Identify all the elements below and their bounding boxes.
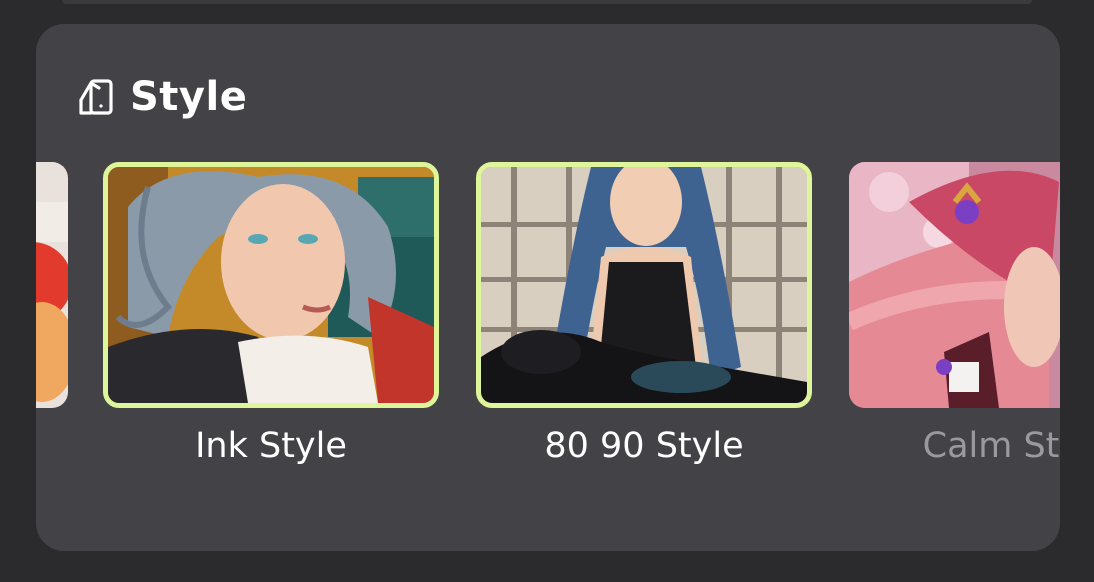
style-panel-header: Style (74, 74, 247, 120)
previous-panel-edge (62, 0, 1032, 4)
80-90-style-thumbnail[interactable] (476, 162, 812, 408)
ink-style-thumbnail[interactable] (103, 162, 439, 408)
style-panel: Style Ink Style 80 90 Style Calm St (36, 24, 1060, 551)
panel-title: Style (130, 74, 248, 120)
style-card-calm[interactable]: Calm Style (849, 162, 1060, 466)
style-carousel[interactable]: Ink Style 80 90 Style Calm St (36, 162, 1060, 482)
style-card-ink[interactable]: Ink Style (103, 162, 439, 466)
style-label: Ink Style (195, 426, 347, 466)
calm-style-thumbnail[interactable] (849, 162, 1060, 408)
style-card-80-90[interactable]: 80 90 Style (476, 162, 812, 466)
partial-thumbnail[interactable] (36, 162, 68, 408)
style-palette-icon (74, 75, 118, 119)
style-label: 80 90 Style (544, 426, 744, 466)
style-card-partial[interactable] (36, 162, 68, 426)
style-label: Calm Style (922, 426, 1060, 466)
